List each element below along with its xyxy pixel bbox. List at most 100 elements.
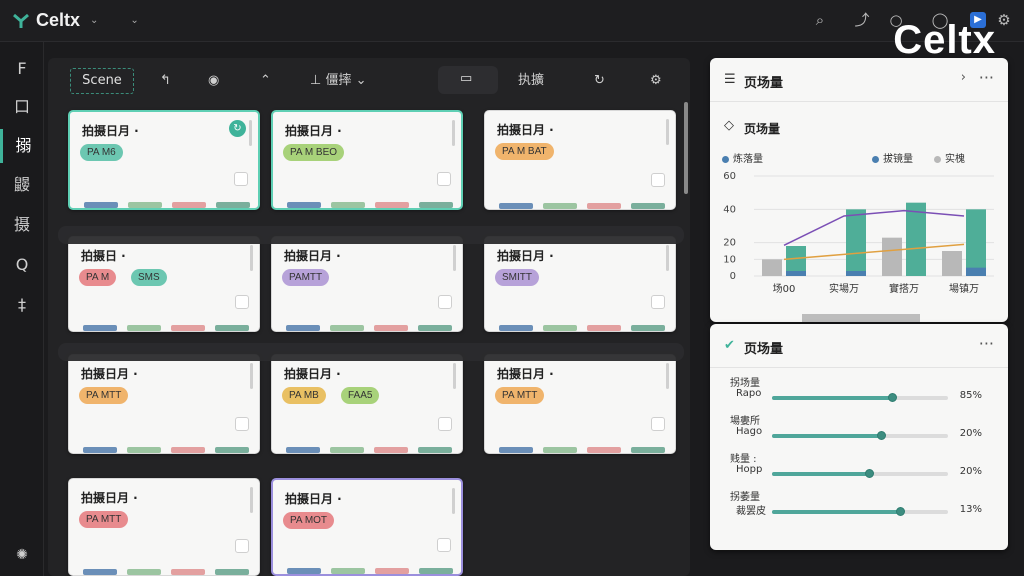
view-toggle[interactable]: ▭: [438, 66, 498, 94]
card-scroll-handle[interactable]: [666, 119, 669, 145]
scene-button[interactable]: Scene: [70, 68, 134, 94]
scene-card[interactable]: 拍摄日月 · PA MTT: [68, 478, 260, 576]
card-scroll-handle[interactable]: [250, 363, 253, 389]
workspace-chevron-icon[interactable]: ⌄: [130, 15, 138, 26]
app-name: Celtx: [36, 10, 81, 30]
refresh-icon[interactable]: ↻: [594, 70, 605, 92]
progress-knob[interactable]: [887, 393, 897, 402]
card-tag[interactable]: FAA5: [341, 387, 380, 404]
divider-band: [58, 343, 684, 361]
sort-button[interactable]: 执擴: [518, 70, 544, 92]
scene-card[interactable]: 拍摄日月 · PA M6 ↻: [68, 110, 260, 210]
card-scroll-handle[interactable]: [249, 120, 252, 146]
progress-knob[interactable]: [896, 507, 906, 516]
scene-card[interactable]: 拍摄日月 · PA M BEO: [271, 110, 463, 210]
card-checkbox[interactable]: [651, 417, 665, 431]
card-tag[interactable]: PA MOT: [283, 512, 335, 529]
sidebar-item-document[interactable]: F: [0, 52, 44, 86]
element-strip: [419, 202, 453, 208]
sidebar-item-tools[interactable]: ‡: [0, 288, 44, 322]
scene-card[interactable]: 拍摄日月 · PA MB FAA5: [271, 354, 463, 454]
sidebar-item-comments[interactable]: Q: [0, 248, 44, 282]
progress-fill: [772, 472, 869, 476]
card-checkbox[interactable]: [235, 539, 249, 553]
card-scroll-handle[interactable]: [452, 488, 455, 514]
palette-icon[interactable]: ◉: [208, 70, 219, 92]
card-tag[interactable]: PA M: [79, 269, 117, 286]
card-checkbox[interactable]: [234, 172, 248, 186]
scene-card[interactable]: 拍摄日月 · PA MOT: [271, 478, 463, 576]
element-strip: [631, 203, 665, 209]
sidebar-gear-icon[interactable]: ✺: [0, 538, 44, 572]
search-icon[interactable]: ⌕: [810, 10, 830, 30]
progress-track[interactable]: [772, 393, 948, 402]
progress-track[interactable]: [772, 507, 948, 516]
chevron-down-icon[interactable]: ⌄: [90, 15, 98, 26]
card-tag[interactable]: PA M BEO: [283, 144, 345, 161]
card-title: 拍摄日月 ·: [82, 124, 139, 138]
sidebar-item-breakdown[interactable]: 鼹: [0, 168, 44, 202]
card-checkbox[interactable]: [438, 295, 452, 309]
scene-card[interactable]: 拍摄日月 · PAMTT: [271, 236, 463, 332]
expand-icon[interactable]: ›: [961, 70, 966, 85]
card-tag[interactable]: PAMTT: [282, 269, 330, 286]
filter-button[interactable]: ⊥ 僵摔 ⌄: [310, 70, 367, 92]
card-scroll-handle[interactable]: [250, 487, 253, 513]
card-scroll-handle[interactable]: [666, 363, 669, 389]
bar: [942, 251, 962, 276]
card-checkbox[interactable]: [438, 417, 452, 431]
card-tag[interactable]: SMITT: [495, 269, 539, 286]
card-tag[interactable]: PA MTT: [495, 387, 545, 404]
sidebar-item-window[interactable]: 口: [0, 90, 44, 124]
card-checkbox[interactable]: [651, 295, 665, 309]
card-checkbox[interactable]: [235, 417, 249, 431]
sidebar-item-shoot[interactable]: 摄: [0, 208, 44, 242]
card-checkbox[interactable]: [651, 173, 665, 187]
scene-card[interactable]: 拍摄日月 · SMITT: [484, 236, 676, 332]
card-scroll-handle[interactable]: [250, 245, 253, 271]
card-tag[interactable]: PA MTT: [79, 387, 129, 404]
card-scroll-handle[interactable]: [666, 245, 669, 271]
share-icon[interactable]: ⤴: [852, 10, 872, 30]
card-scroll-handle[interactable]: [453, 363, 456, 389]
scene-card[interactable]: 拍摄日月 · PA M BAT: [484, 110, 676, 210]
card-tag[interactable]: PA M BAT: [495, 143, 554, 160]
card-tag[interactable]: SMS: [131, 269, 167, 286]
status-icon[interactable]: ↻: [229, 120, 246, 137]
progress-row: 裁罢皮 13%: [724, 502, 982, 522]
element-strip: [127, 325, 161, 331]
progress-knob[interactable]: [864, 469, 874, 478]
legend-item: 炼落量: [722, 150, 763, 165]
card-tag[interactable]: PA M6: [80, 144, 123, 161]
element-strip: [631, 447, 665, 453]
card-scroll-handle[interactable]: [452, 120, 455, 146]
more-icon[interactable]: ···: [979, 334, 994, 353]
settings-icon[interactable]: ⚙: [994, 10, 1014, 30]
bar-chart: 0 10 20 40 60 场00 实場万 實搭万 場镇万: [723, 171, 994, 295]
card-scroll-handle[interactable]: [453, 245, 456, 271]
board-scrollbar[interactable]: [684, 102, 688, 194]
scene-card[interactable]: 拍摄日月 · PA MTT: [68, 354, 260, 454]
progress-track[interactable]: [772, 469, 948, 478]
board-toolbar: Scene ↰ ◉ ⌃ ⊥ 僵摔 ⌄ ▭ 执擴 ↻ ⚙: [48, 58, 690, 102]
progress-track[interactable]: [772, 431, 948, 440]
legend-swatch: [872, 155, 879, 163]
scene-card[interactable]: 拍摄日月 · PA MTT: [484, 354, 676, 454]
card-checkbox[interactable]: [437, 538, 451, 552]
progress-row: Hago 20%: [724, 426, 982, 446]
card-title: 拍摄日月 ·: [497, 123, 554, 137]
card-checkbox[interactable]: [437, 172, 451, 186]
card-checkbox[interactable]: [235, 295, 249, 309]
undo-icon[interactable]: ↰: [160, 70, 171, 92]
card-tag[interactable]: PA MB: [282, 387, 326, 404]
board-settings-icon[interactable]: ⚙: [650, 70, 662, 92]
more-icon[interactable]: ···: [979, 68, 994, 87]
progress-fill: [772, 510, 901, 514]
app-logo[interactable]: Celtx ⌄ ⌄: [12, 10, 139, 31]
sidebar-item-schedule[interactable]: 搦: [0, 129, 44, 163]
scene-card[interactable]: 拍摄日 · PA M SMS: [68, 236, 260, 332]
collapse-icon[interactable]: ⌃: [260, 70, 271, 92]
card-tag[interactable]: PA MTT: [79, 511, 129, 528]
card-view-icon[interactable]: ▭: [460, 71, 472, 86]
progress-knob[interactable]: [877, 431, 887, 440]
